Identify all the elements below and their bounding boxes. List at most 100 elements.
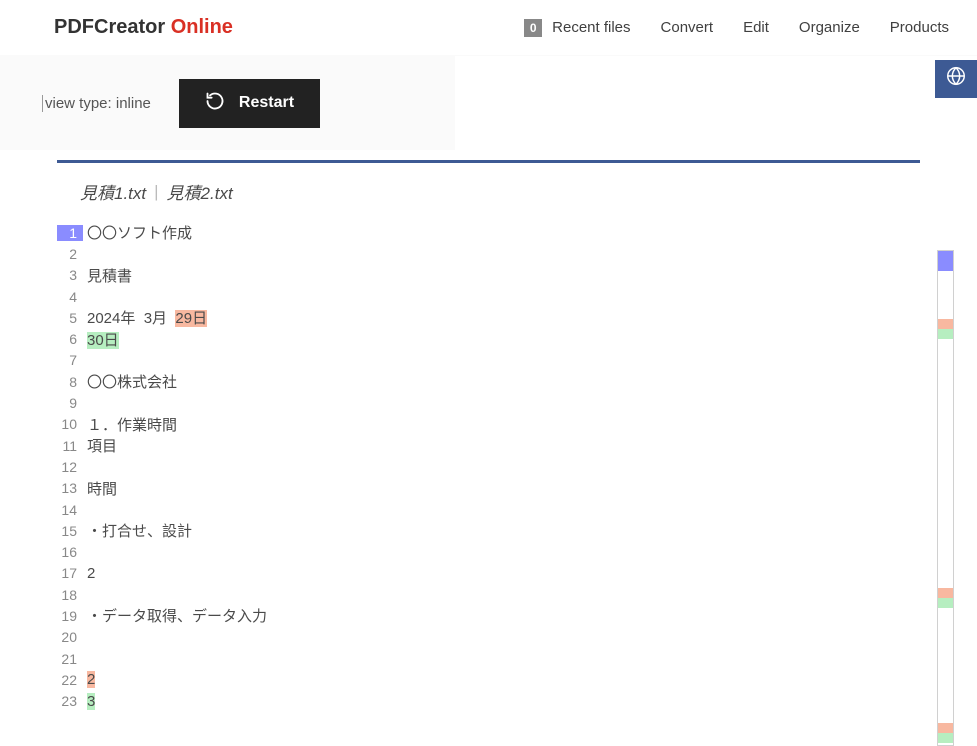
toolbar-row: view type: inline Restart xyxy=(0,56,977,150)
line-number: 19 xyxy=(57,608,83,624)
diff-lines[interactable]: 1〇〇ソフト作成23見積書452024年 3月 29日630日78〇〇株式会社9… xyxy=(57,222,977,712)
line-number: 2 xyxy=(57,246,83,262)
line-number: 23 xyxy=(57,693,83,709)
diff-line[interactable]: 21 xyxy=(57,648,977,669)
toolbar: view type: inline Restart xyxy=(0,56,455,150)
minimap-mark[interactable] xyxy=(938,588,953,598)
diff-line[interactable]: 630日 xyxy=(57,328,977,349)
logo-main: PDFCreator xyxy=(54,16,171,38)
restart-button[interactable]: Restart xyxy=(179,79,320,128)
file-tab-right[interactable]: 見積2.txt xyxy=(167,179,233,204)
language-button[interactable] xyxy=(935,60,977,98)
diff-line[interactable]: 19・データ取得、データ入力 xyxy=(57,605,977,626)
line-text: １．作業時間 xyxy=(83,414,177,435)
minimap-mark[interactable] xyxy=(938,733,953,743)
diff-line[interactable]: 18 xyxy=(57,584,977,605)
line-number: 1 xyxy=(57,225,83,241)
nav-recent-files[interactable]: 0 Recent files xyxy=(524,19,630,37)
nav-edit[interactable]: Edit xyxy=(743,19,769,36)
nav-convert[interactable]: Convert xyxy=(661,19,714,36)
diff-line[interactable]: 4 xyxy=(57,286,977,307)
diff-line[interactable]: 3見積書 xyxy=(57,265,977,286)
diff-line[interactable]: 8〇〇株式会社 xyxy=(57,371,977,392)
file-tab-left[interactable]: 見積1.txt xyxy=(80,179,146,204)
minimap-mark[interactable] xyxy=(938,329,953,339)
diff-text: 〇〇ソフト作成 xyxy=(87,225,192,242)
diff-text: ・データ取得、データ入力 xyxy=(87,608,267,625)
line-number: 5 xyxy=(57,310,83,326)
line-number: 10 xyxy=(57,416,83,432)
line-number: 15 xyxy=(57,523,83,539)
line-number: 6 xyxy=(57,331,83,347)
app-logo[interactable]: PDFCreator Online xyxy=(54,16,233,39)
line-text: 2 xyxy=(83,565,95,582)
diff-text: 2024年 3月 xyxy=(87,310,175,327)
main-nav: 0 Recent files Convert Edit Organize Pro… xyxy=(524,19,949,37)
line-number: 8 xyxy=(57,374,83,390)
diff-line[interactable]: 52024年 3月 29日 xyxy=(57,307,977,328)
line-text: 見積書 xyxy=(83,265,132,286)
diff-line[interactable]: 7 xyxy=(57,350,977,371)
restart-icon xyxy=(205,91,225,116)
line-number: 3 xyxy=(57,267,83,283)
file-tab-separator: | xyxy=(152,182,160,202)
logo-accent: Online xyxy=(171,16,233,38)
diff-line[interactable]: 2 xyxy=(57,243,977,264)
diff-line[interactable]: 10１．作業時間 xyxy=(57,414,977,435)
line-number: 17 xyxy=(57,565,83,581)
diff-line[interactable]: 13時間 xyxy=(57,478,977,499)
line-text: 30日 xyxy=(83,329,119,350)
view-type-label[interactable]: view type: inline xyxy=(42,95,151,112)
diff-line[interactable]: 11項目 xyxy=(57,435,977,456)
line-text: ・データ取得、データ入力 xyxy=(83,605,267,626)
line-number: 13 xyxy=(57,480,83,496)
line-text: 〇〇ソフト作成 xyxy=(83,222,192,243)
diff-minimap[interactable] xyxy=(937,250,954,746)
diff-line[interactable]: 233 xyxy=(57,691,977,712)
diff-line[interactable]: 222 xyxy=(57,669,977,690)
line-text: 2 xyxy=(83,671,95,688)
line-text: 3 xyxy=(83,693,95,710)
diff-line[interactable]: 16 xyxy=(57,541,977,562)
line-text: 2024年 3月 29日 xyxy=(83,307,207,328)
diff-text: 2 xyxy=(87,565,95,582)
recent-files-label: Recent files xyxy=(552,19,630,36)
line-text: 時間 xyxy=(83,478,117,499)
diff-line[interactable]: 14 xyxy=(57,499,977,520)
line-number: 16 xyxy=(57,544,83,560)
nav-organize[interactable]: Organize xyxy=(799,19,860,36)
minimap-mark[interactable] xyxy=(938,723,953,733)
line-number: 11 xyxy=(57,438,83,454)
line-text: ・打合せ、設計 xyxy=(83,520,192,541)
diff-added: 3 xyxy=(87,693,95,710)
file-tabs: 見積1.txt | 見積2.txt xyxy=(0,163,977,222)
line-text: 〇〇株式会社 xyxy=(83,371,177,392)
line-number: 12 xyxy=(57,459,83,475)
diff-area: 1〇〇ソフト作成23見積書452024年 3月 29日630日78〇〇株式会社9… xyxy=(0,222,977,712)
diff-line[interactable]: 20 xyxy=(57,627,977,648)
diff-text: 〇〇株式会社 xyxy=(87,374,177,391)
diff-removed: 2 xyxy=(87,671,95,688)
line-number: 20 xyxy=(57,629,83,645)
diff-line[interactable]: 15・打合せ、設計 xyxy=(57,520,977,541)
diff-text: 項目 xyxy=(87,438,117,455)
diff-line[interactable]: 1〇〇ソフト作成 xyxy=(57,222,977,243)
diff-line[interactable]: 172 xyxy=(57,563,977,584)
diff-text: １．作業時間 xyxy=(87,417,177,434)
diff-line[interactable]: 12 xyxy=(57,456,977,477)
restart-label: Restart xyxy=(239,94,294,112)
nav-products[interactable]: Products xyxy=(890,19,949,36)
minimap-mark[interactable] xyxy=(938,251,953,271)
line-number: 14 xyxy=(57,502,83,518)
diff-text: ・打合せ、設計 xyxy=(87,523,192,540)
diff-line[interactable]: 9 xyxy=(57,392,977,413)
line-number: 21 xyxy=(57,651,83,667)
diff-added: 30日 xyxy=(87,332,119,349)
globe-icon xyxy=(945,65,967,93)
diff-text: 時間 xyxy=(87,481,117,498)
minimap-mark[interactable] xyxy=(938,319,953,329)
line-number: 18 xyxy=(57,587,83,603)
recent-files-badge: 0 xyxy=(524,19,542,37)
diff-removed: 29日 xyxy=(175,310,207,327)
minimap-mark[interactable] xyxy=(938,598,953,608)
